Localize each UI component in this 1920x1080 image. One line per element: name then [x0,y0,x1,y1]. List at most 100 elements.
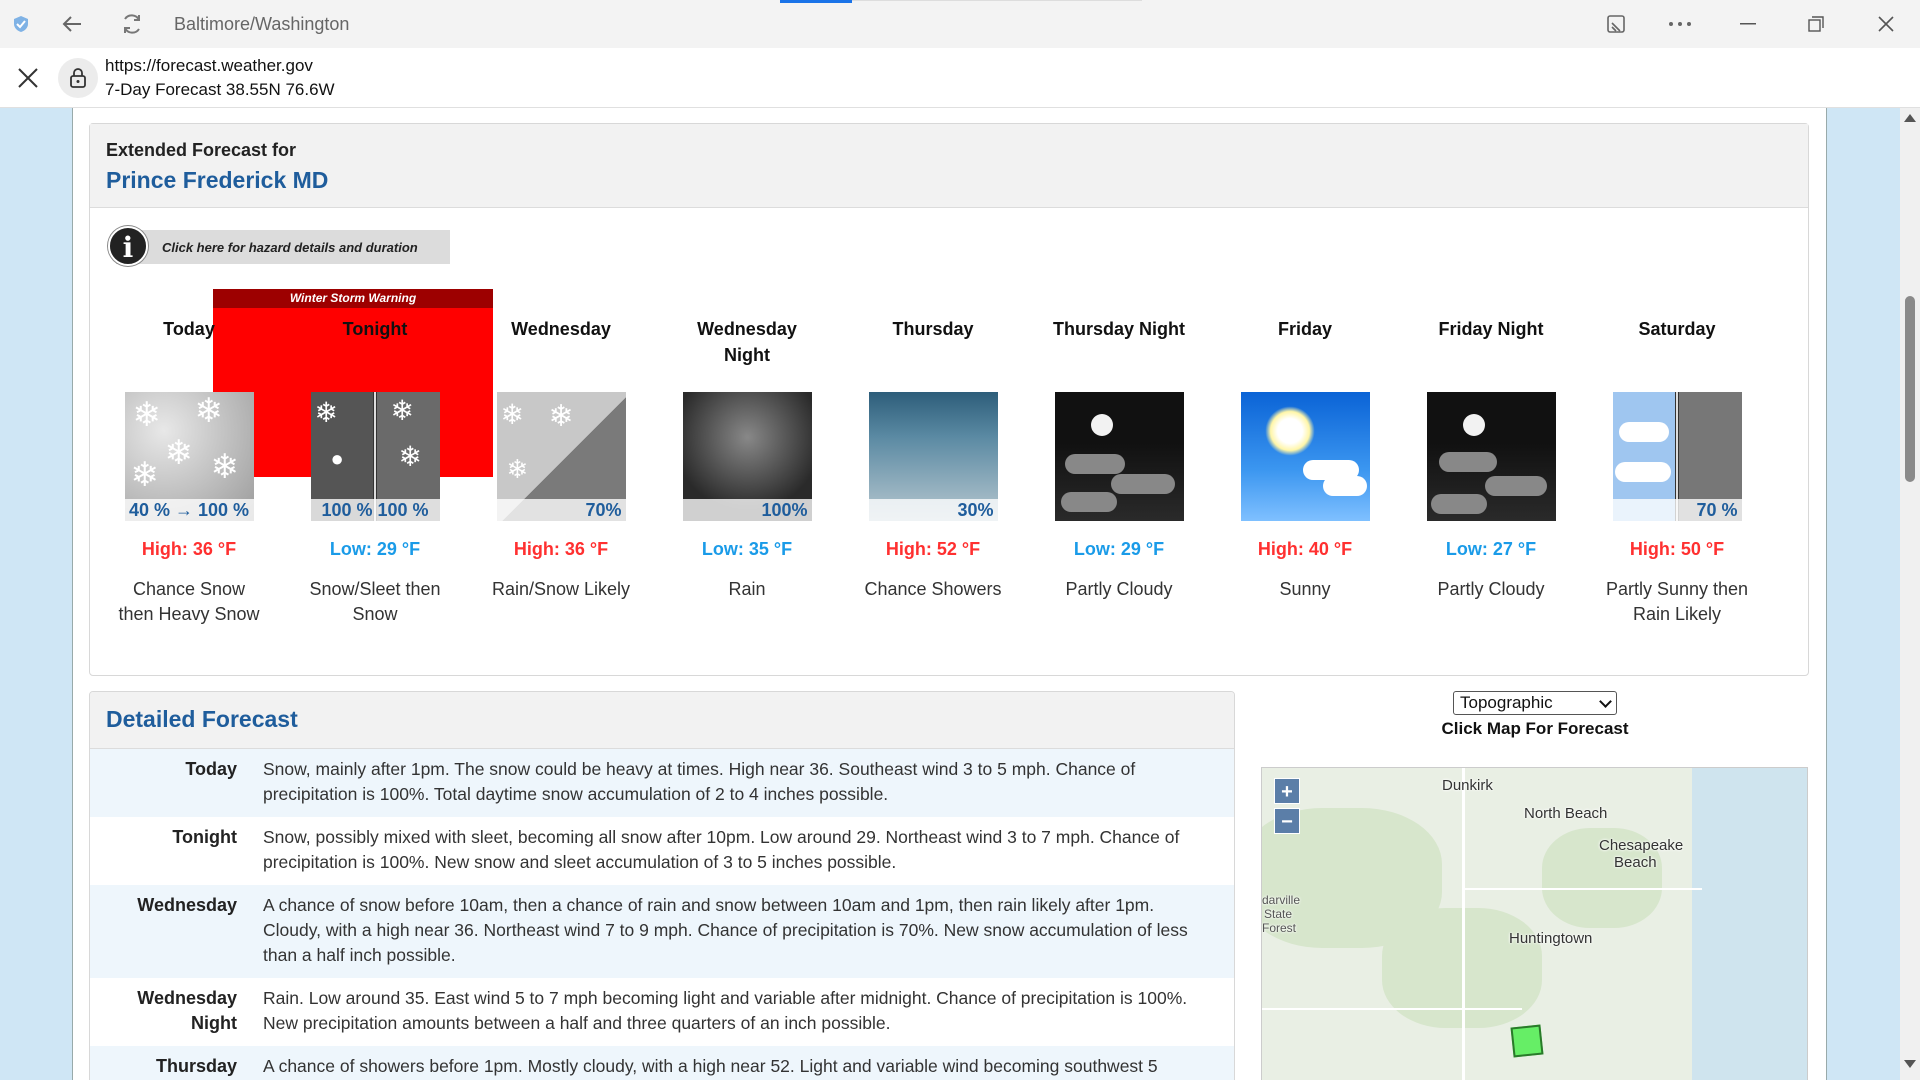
back-arrow-icon[interactable] [54,0,90,48]
period-name: Friday Night [1438,319,1544,339]
detailed-row: Wednesday A chance of snow before 10am, … [90,885,1234,978]
lock-icon[interactable] [58,58,98,98]
moon-icon [1462,414,1485,436]
restore-icon[interactable] [1796,0,1836,48]
period-name: Today [163,319,215,339]
more-options-icon[interactable] [1660,0,1700,48]
detailed-row: Wednesday Night Rain. Low around 35. Eas… [90,978,1234,1046]
browser-titlebar: Baltimore/Washington [0,0,1920,48]
period-name: Wednesday [511,319,611,339]
temperature: High: 52 °F [885,539,981,559]
rain-snow-icon: ❄ ❄ ❄ 70% [496,392,626,521]
precip-chance: 100% [682,499,812,521]
active-tab-indicator [780,0,852,3]
scroll-up-icon[interactable] [1904,114,1916,122]
forecast-period-thursday[interactable]: Thursday 30% High: 52 °F Chance Showers [858,294,1008,602]
scroll-thumb[interactable] [1905,296,1915,482]
cast-icon[interactable] [1598,0,1634,48]
period-name: Tonight [342,319,408,339]
detailed-row-label: Wednesday [137,895,237,915]
partly-sunny-rain-icon: 70 % [1612,392,1742,521]
detailed-row: Thursday A chance of showers before 1pm.… [90,1046,1234,1080]
detailed-row: Today Snow, mainly after 1pm. The snow c… [90,749,1234,817]
rain-icon: 100% [682,392,812,521]
map-caption: Click Map For Forecast [1441,719,1629,738]
forecast-period-thursday-night[interactable]: Thursday Night Low: 29 °F Partly Cloudy [1044,294,1194,602]
precip-chance: 100 % 100 % [310,499,440,521]
detailed-row-text: Snow, possibly mixed with sleet, becomin… [263,827,1180,872]
zoom-out-button[interactable]: − [1274,808,1300,834]
precip-chance: 70% [496,499,626,521]
short-description: Partly Cloudy [1437,579,1545,599]
refresh-icon[interactable] [114,0,150,48]
forecast-period-saturday[interactable]: Saturday 70 % High: 50 °F Partly Sunny t… [1602,294,1752,627]
short-description: Rain [728,579,766,599]
extended-forecast-header: Extended Forecast for Prince Frederick M… [90,124,1808,208]
info-icon: i [108,226,148,266]
short-description: Chance Snow then Heavy Snow [118,579,260,624]
precip-chance: 30% [868,499,998,521]
page-viewport: Extended Forecast for Prince Frederick M… [0,108,1900,1080]
temperature: High: 36 °F [513,539,609,559]
temperature: Low: 29 °F [329,539,421,559]
forecast-period-wednesday-night[interactable]: Wednesday Night 100% Low: 35 °F Rain [672,294,822,602]
url-text[interactable]: https://forecast.weather.gov [105,56,313,76]
forecast-period-friday[interactable]: Friday High: 40 °F Sunny [1230,294,1380,602]
forecast-period-wednesday[interactable]: Wednesday ❄ ❄ ❄ 70% High: 36 °F Rain/Sno… [486,294,636,602]
sun-icon [1264,406,1315,456]
forecast-period-tonight[interactable]: Tonight ❄ ❄ ❄ ● 100 % 100 % Low: 29 °F S… [300,294,450,627]
sunny-icon [1240,392,1370,521]
temperature: Low: 35 °F [701,539,793,559]
page-scrollbar[interactable] [1900,108,1920,1080]
forecast-period-friday-night[interactable]: Friday Night Low: 27 °F Partly Cloudy [1416,294,1566,602]
detailed-forecast-header: Detailed Forecast [90,692,1234,749]
short-description: Rain/Snow Likely [491,579,631,599]
period-name: Friday [1277,319,1333,339]
forecast-location-marker[interactable] [1510,1024,1544,1058]
detailed-row-text: A chance of showers before 1pm. Mostly c… [263,1056,1158,1076]
period-name: Saturday [1638,319,1716,339]
map-type-value: Topographic [1460,693,1553,712]
detailed-row: Tonight Snow, possibly mixed with sleet,… [90,817,1234,885]
map-label-dunkirk: Dunkirk [1442,777,1493,794]
detailed-row-label: Tonight [172,827,237,847]
short-description: Chance Showers [864,579,1002,599]
partly-cloudy-night-icon [1054,392,1184,521]
precip-chance: 40 % → 100 % [124,499,254,521]
detailed-row-label: Today [185,759,237,779]
detailed-row-text: A chance of snow before 10am, then a cha… [263,895,1188,965]
close-window-icon[interactable] [1866,0,1906,48]
map-label-chesapeake: Chesapeake [1599,837,1684,854]
map-label-cedarville-forest: Forest [1262,921,1297,935]
shield-icon [8,0,34,48]
temperature: Low: 29 °F [1073,539,1165,559]
precip-chance: 70 % [1612,499,1742,521]
window-title: Baltimore/Washington [174,14,350,34]
page-subtitle: 7-Day Forecast 38.55N 76.6W [105,80,335,99]
scroll-down-icon[interactable] [1904,1060,1916,1068]
short-description: Sunny [1279,579,1331,599]
short-description: Partly Cloudy [1065,579,1173,599]
minimize-icon[interactable] [1728,0,1768,48]
period-name: Wednesday Night [697,319,797,365]
zoom-in-button[interactable]: + [1274,778,1300,804]
extended-forecast-panel: Extended Forecast for Prince Frederick M… [89,123,1809,676]
address-bar: https://forecast.weather.gov 7-Day Forec… [0,48,1920,108]
detailed-row-text: Snow, mainly after 1pm. The snow could b… [263,759,1136,804]
hazard-details-label: Click here for hazard details and durati… [162,239,418,255]
detailed-forecast-panel: Detailed Forecast Today Snow, mainly aft… [89,691,1235,1080]
detailed-row-label: Thursday [155,1056,237,1076]
map-label-chesapeake-beach: Beach [1614,854,1657,871]
map-type-select[interactable]: Topographic [1453,691,1617,715]
short-description: Snow/Sleet then Snow [309,579,441,624]
showers-icon: 30% [868,392,998,521]
chevron-down-icon [1599,695,1612,708]
sleet-snow-icon: ❄ ❄ ❄ ● 100 % 100 % [310,392,440,521]
forecast-map[interactable]: + − Dunkirk North Beach Chesapeake Beach… [1261,767,1808,1080]
close-icon[interactable] [14,64,42,92]
period-name: Thursday [892,319,974,339]
temperature: High: 50 °F [1629,539,1725,559]
hazard-details-button[interactable]: i Click here for hazard details and dura… [108,226,450,266]
forecast-period-today[interactable]: Today ❄ ❄ ❄ ❄ ❄ 40 % → 100 % High: 36 °F… [114,294,264,627]
short-description: Partly Sunny then Rain Likely [1605,579,1749,624]
